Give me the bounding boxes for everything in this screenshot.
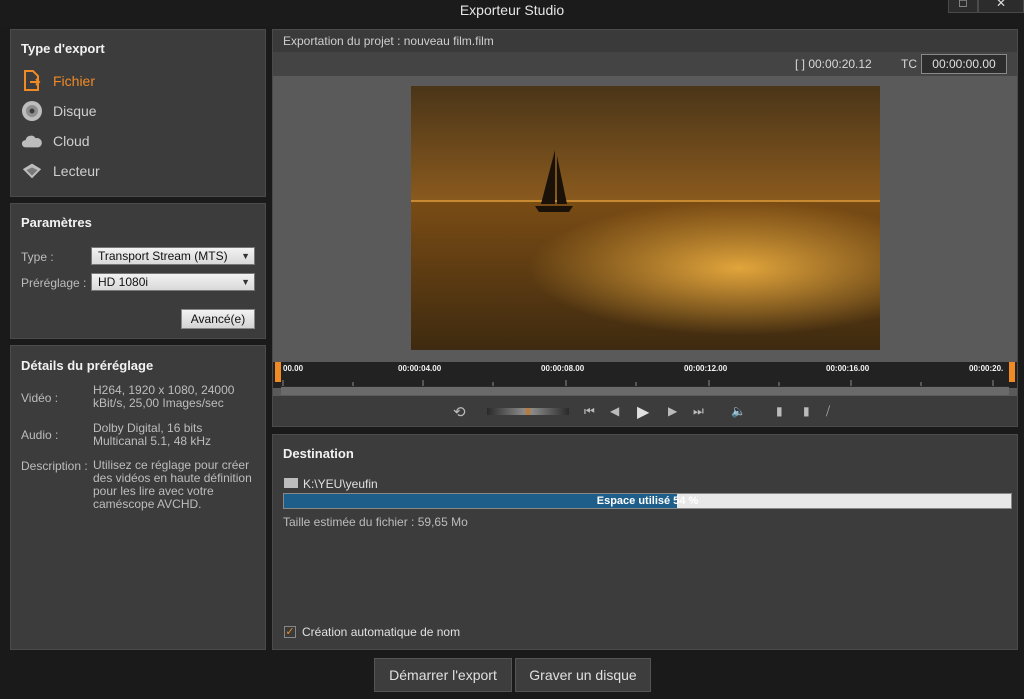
maximize-button[interactable]: □ — [948, 0, 978, 13]
disk-space-text: Espace utilisé 54 % — [596, 495, 699, 507]
parameters-heading: Paramètres — [21, 215, 92, 230]
tick-label: 00:00:16.00 — [826, 364, 870, 373]
window-title: Exporteur Studio — [459, 2, 565, 18]
nav-item-label: Disque — [53, 103, 97, 119]
description-label: Description : — [21, 459, 88, 473]
project-bar: Exportation du projet : nouveau film.fil… — [273, 30, 1017, 52]
audio-label: Audio : — [21, 428, 59, 442]
type-dropdown-value: Transport Stream (MTS) — [98, 249, 228, 263]
video-value: H264, 1920 x 1080, 24000 kBit/s, 25,00 I… — [93, 383, 235, 410]
burn-disc-button[interactable]: Graver un disque — [515, 658, 651, 692]
description-value: Utilisez ce réglage pour créer des vidéo… — [93, 458, 252, 511]
chevron-down-icon: ▼ — [241, 251, 250, 261]
preview-panel: Exportation du projet : nouveau film.fil… — [272, 29, 1018, 427]
preset-dropdown[interactable]: HD 1080i ▼ — [91, 273, 255, 291]
file-export-icon — [21, 70, 43, 92]
estimated-size-text: Taille estimée du fichier : 59,65 Mo — [283, 515, 468, 529]
chevron-down-icon: ▼ — [241, 277, 250, 287]
preset-details-panel: Détails du préréglage Vidéo : H264, 1920… — [10, 345, 266, 650]
out-marker-icon[interactable] — [1009, 362, 1015, 382]
loop-icon[interactable]: ⟲ — [453, 403, 466, 421]
next-frame-icon[interactable]: ▶ — [668, 404, 677, 418]
duration-text: [ ] 00:00:20.12 — [795, 57, 872, 71]
shuttle-slider[interactable] — [487, 408, 569, 415]
nav-item-label: Cloud — [53, 133, 90, 149]
tc-label: TC — [901, 57, 917, 71]
nav-item-file[interactable]: Fichier — [21, 68, 95, 94]
auto-name-label: Création automatique de nom — [302, 625, 461, 639]
video-label: Vidéo : — [21, 391, 59, 405]
go-to-end-icon[interactable]: ⏭ — [693, 404, 704, 419]
audio-value: Dolby Digital, 16 bits Multicanal 5.1, 4… — [93, 421, 212, 448]
go-to-start-icon[interactable]: ⏮ — [584, 404, 595, 419]
timeline-ruler[interactable]: 00.00 00:00:04.00 00:00:08.00 00:00:12.0… — [273, 362, 1017, 388]
close-button[interactable]: ✕ — [978, 0, 1024, 13]
mark-out-icon[interactable]: ▮ — [803, 404, 810, 418]
tick-label: 00:00:08.00 — [541, 364, 585, 373]
export-type-panel: Type d'export Fichier Disque Cloud Lecte… — [10, 29, 266, 197]
previous-frame-icon[interactable]: ◀ — [610, 404, 619, 418]
tick-label: 00:00:12.00 — [684, 364, 728, 373]
tc-input[interactable]: 00:00:00.00 — [921, 54, 1007, 74]
video-frame — [411, 86, 880, 350]
advanced-button[interactable]: Avancé(e) — [181, 309, 255, 329]
scrub-bar[interactable] — [281, 386, 1009, 395]
nav-item-label: Lecteur — [53, 163, 100, 179]
start-export-button[interactable]: Démarrer l'export — [374, 658, 512, 692]
title-bar: Exporteur Studio □ ✕ — [0, 0, 1024, 26]
type-label: Type : — [21, 250, 54, 264]
nav-item-cloud[interactable]: Cloud — [21, 128, 90, 154]
preset-dropdown-value: HD 1080i — [98, 275, 149, 289]
project-label: Exportation du projet : nouveau film.fil… — [283, 34, 494, 48]
mark-in-icon[interactable]: ▮ — [776, 404, 783, 418]
play-icon[interactable]: ▶ — [637, 402, 649, 422]
disc-icon — [21, 100, 43, 122]
tick-label: 00.00 — [283, 364, 304, 373]
type-dropdown[interactable]: Transport Stream (MTS) ▼ — [91, 247, 255, 265]
tick-label: 00:00:20. — [969, 364, 1004, 373]
auto-name-checkbox[interactable]: ✓ — [284, 626, 296, 638]
export-type-heading: Type d'export — [21, 41, 105, 56]
destination-heading: Destination — [283, 446, 354, 461]
folder-icon — [284, 478, 298, 488]
parameters-panel: Paramètres Type : Transport Stream (MTS)… — [10, 203, 266, 339]
in-marker-icon[interactable] — [275, 362, 281, 382]
nav-item-device[interactable]: Lecteur — [21, 158, 100, 184]
nav-item-disc[interactable]: Disque — [21, 98, 97, 124]
preset-label: Préréglage : — [21, 276, 87, 290]
nav-item-label: Fichier — [53, 73, 96, 89]
preset-details-heading: Détails du préréglage — [21, 358, 154, 373]
device-icon — [21, 160, 43, 182]
destination-panel: Destination K:\YEU\yeufin Espace utilisé… — [272, 434, 1018, 650]
volume-icon[interactable]: 🔈 — [731, 404, 746, 418]
disk-space-bar: Espace utilisé 54 % — [283, 493, 1012, 509]
destination-path[interactable]: K:\YEU\yeufin — [303, 477, 378, 491]
tick-label: 00:00:04.00 — [398, 364, 442, 373]
cloud-icon — [21, 130, 43, 152]
clear-marks-icon[interactable]: ⧸ — [826, 404, 830, 419]
timecode-bar: [ ] 00:00:20.12 TC 00:00:00.00 — [273, 52, 1017, 76]
